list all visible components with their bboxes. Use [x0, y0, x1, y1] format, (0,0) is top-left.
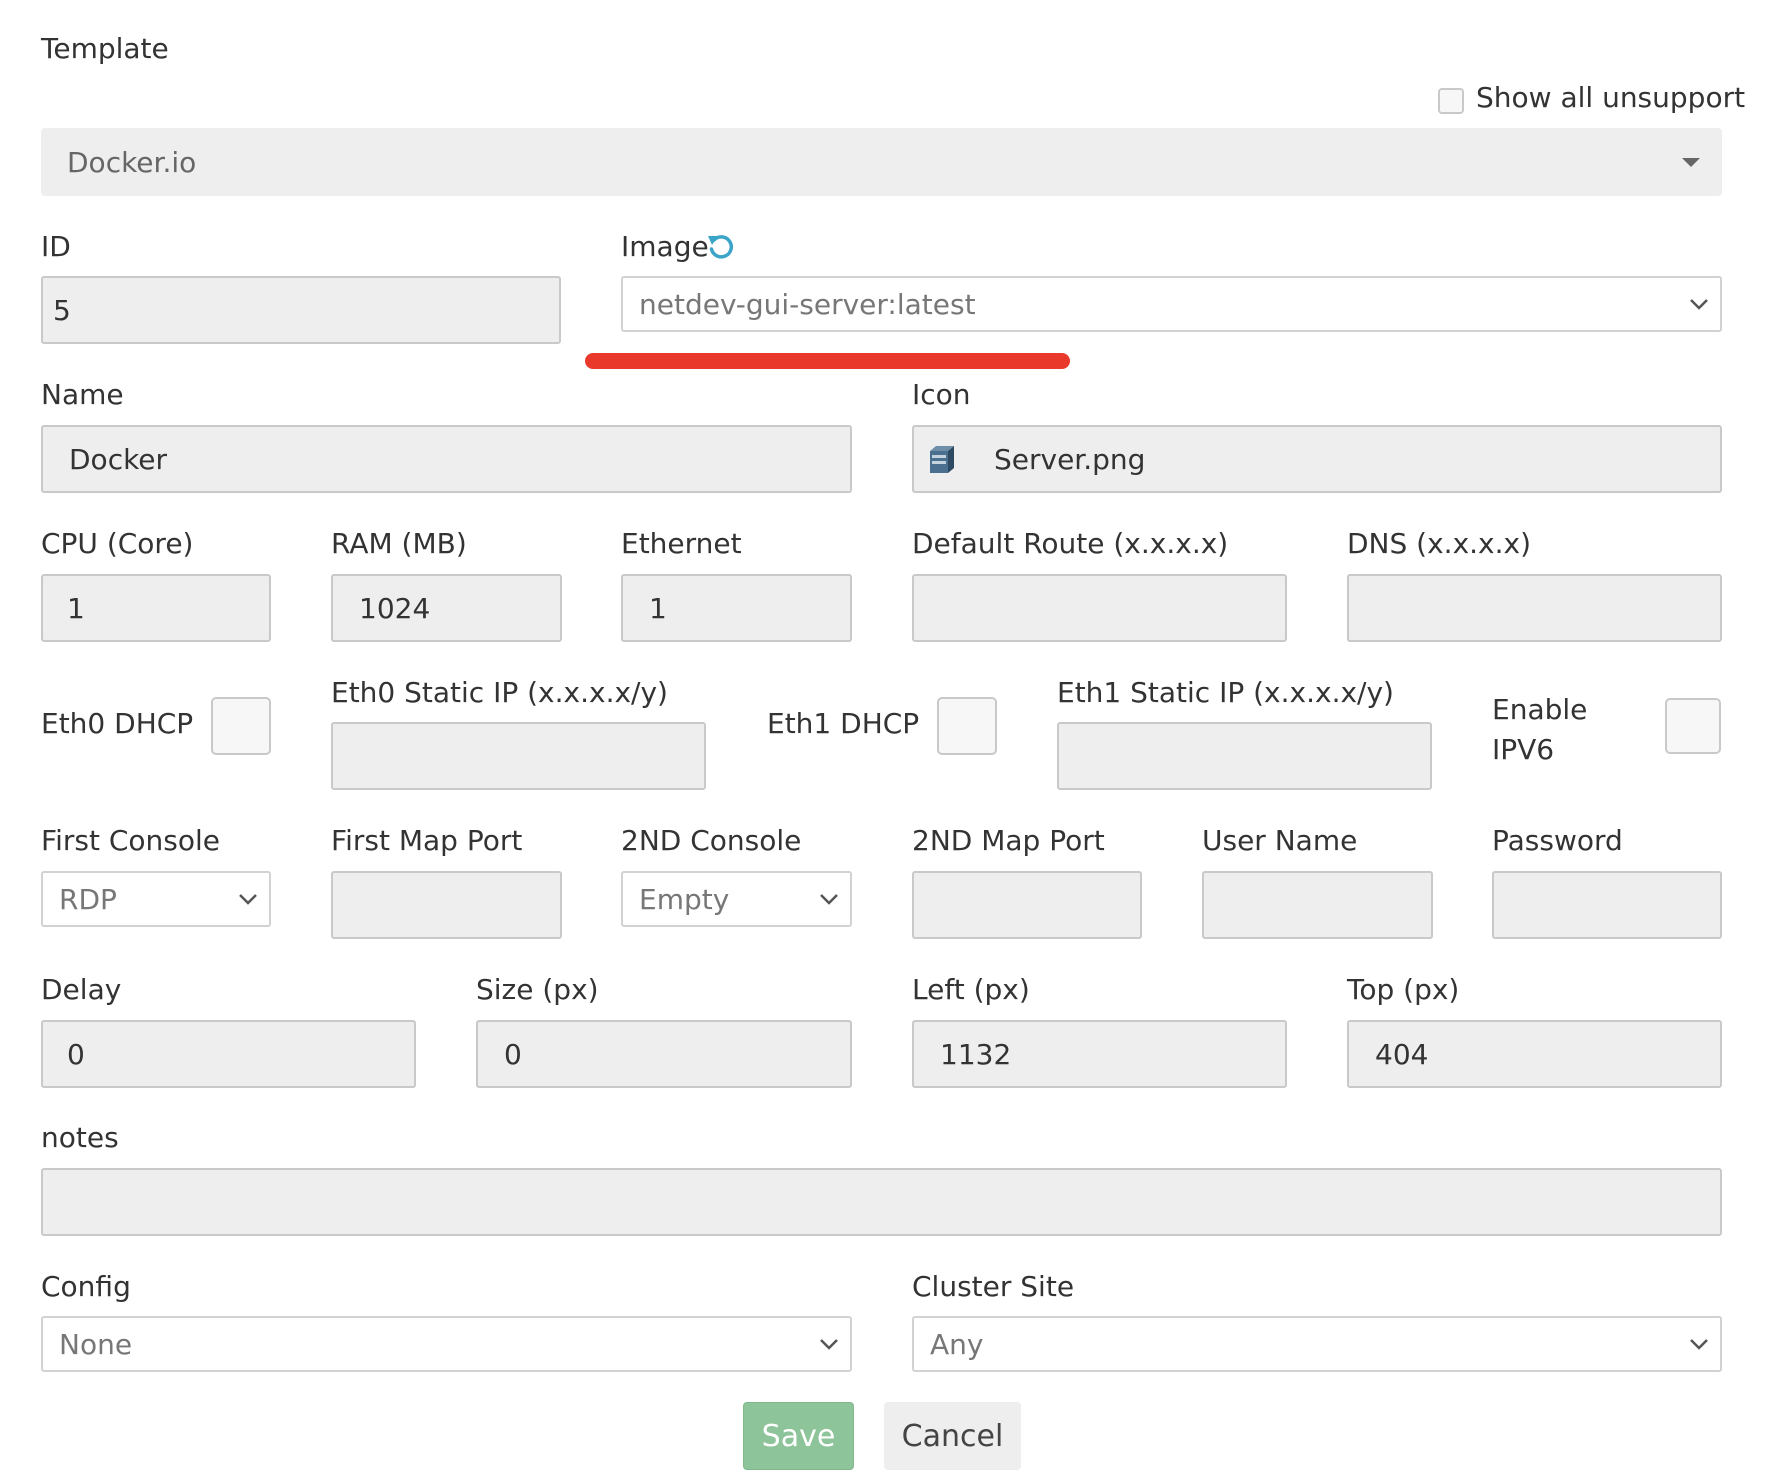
- name-label: Name: [41, 378, 124, 411]
- eth1-static-ip-field[interactable]: [1057, 722, 1432, 790]
- image-select-value: netdev-gui-server:latest: [639, 287, 976, 321]
- size-field[interactable]: 0: [476, 1020, 852, 1088]
- chevron-down-icon: [1690, 299, 1708, 310]
- icon-select[interactable]: Server.png: [912, 425, 1722, 493]
- default-route-field[interactable]: [912, 574, 1287, 642]
- cpu-field[interactable]: 1: [41, 574, 271, 642]
- size-label: Size (px): [476, 973, 599, 1006]
- top-field[interactable]: 404: [1347, 1020, 1722, 1088]
- config-select-value: None: [59, 1327, 133, 1361]
- eth0-dhcp-checkbox[interactable]: [211, 697, 271, 755]
- left-label: Left (px): [912, 973, 1030, 1006]
- enable-ipv6-checkbox[interactable]: [1665, 698, 1721, 754]
- eth1-dhcp-label: Eth1 DHCP: [767, 707, 920, 740]
- second-console-select[interactable]: Empty: [621, 871, 852, 927]
- chevron-down-icon: [820, 894, 838, 905]
- notes-field[interactable]: [41, 1168, 1722, 1236]
- template-select-value: Docker.io: [67, 145, 197, 179]
- cpu-label: CPU (Core): [41, 527, 194, 560]
- icon-select-value: Server.png: [994, 442, 1146, 476]
- enable-ipv6-label-line1: Enable: [1492, 693, 1588, 726]
- eth0-static-ip-field[interactable]: [331, 722, 706, 790]
- notes-label: notes: [41, 1121, 119, 1154]
- template-label: Template: [41, 32, 169, 65]
- dns-field[interactable]: [1347, 574, 1722, 642]
- image-select[interactable]: netdev-gui-server:latest: [621, 276, 1722, 332]
- id-label: ID: [41, 230, 71, 263]
- config-label: Config: [41, 1270, 131, 1303]
- username-field[interactable]: [1202, 871, 1433, 939]
- second-map-port-field[interactable]: [912, 871, 1142, 939]
- first-map-port-label: First Map Port: [331, 824, 523, 857]
- eth1-static-ip-label: Eth1 Static IP (x.x.x.x/y): [1057, 676, 1394, 709]
- first-console-select-value: RDP: [59, 882, 117, 916]
- config-select[interactable]: None: [41, 1316, 852, 1372]
- delay-label: Delay: [41, 973, 122, 1006]
- chevron-down-icon: [820, 1339, 838, 1350]
- default-route-label: Default Route (x.x.x.x): [912, 527, 1229, 560]
- second-console-label: 2ND Console: [621, 824, 802, 857]
- left-field[interactable]: 1132: [912, 1020, 1287, 1088]
- template-select[interactable]: Docker.io: [41, 128, 1722, 196]
- server-icon: [930, 446, 954, 473]
- top-label: Top (px): [1347, 973, 1460, 1006]
- save-button[interactable]: Save: [743, 1402, 854, 1470]
- ethernet-field[interactable]: 1: [621, 574, 852, 642]
- delay-field[interactable]: 0: [41, 1020, 416, 1088]
- eth0-dhcp-label: Eth0 DHCP: [41, 707, 194, 740]
- enable-ipv6-label: Enable IPV6: [1492, 690, 1587, 770]
- annotation-underline: [585, 353, 1070, 369]
- icon-label: Icon: [912, 378, 971, 411]
- eth0-static-ip-label: Eth0 Static IP (x.x.x.x/y): [331, 676, 668, 709]
- first-map-port-field[interactable]: [331, 871, 562, 939]
- device-edit-form: Template Show all unsupport Docker.io ID…: [0, 0, 1768, 1484]
- eth1-dhcp-checkbox[interactable]: [937, 697, 997, 755]
- show-all-unsupport-label: Show all unsupport: [1476, 81, 1746, 114]
- enable-ipv6-label-line2: IPV6: [1492, 733, 1555, 766]
- password-label: Password: [1492, 824, 1623, 857]
- chevron-down-icon: [239, 894, 257, 905]
- show-all-unsupport-checkbox[interactable]: [1438, 88, 1464, 114]
- ram-label: RAM (MB): [331, 527, 467, 560]
- cancel-button[interactable]: Cancel: [884, 1402, 1021, 1470]
- cluster-site-select-value: Any: [930, 1327, 984, 1361]
- username-label: User Name: [1202, 824, 1358, 857]
- refresh-icon[interactable]: [707, 233, 735, 261]
- dns-label: DNS (x.x.x.x): [1347, 527, 1532, 560]
- cluster-site-label: Cluster Site: [912, 1270, 1075, 1303]
- cluster-site-select[interactable]: Any: [912, 1316, 1722, 1372]
- caret-down-icon: [1682, 158, 1700, 167]
- id-field[interactable]: 5: [41, 276, 561, 344]
- name-field[interactable]: Docker: [41, 425, 852, 493]
- second-map-port-label: 2ND Map Port: [912, 824, 1105, 857]
- ethernet-label: Ethernet: [621, 527, 742, 560]
- chevron-down-icon: [1690, 1339, 1708, 1350]
- first-console-select[interactable]: RDP: [41, 871, 271, 927]
- ram-field[interactable]: 1024: [331, 574, 562, 642]
- first-console-label: First Console: [41, 824, 220, 857]
- image-label: Image: [621, 230, 709, 263]
- second-console-select-value: Empty: [639, 882, 730, 916]
- password-field[interactable]: [1492, 871, 1722, 939]
